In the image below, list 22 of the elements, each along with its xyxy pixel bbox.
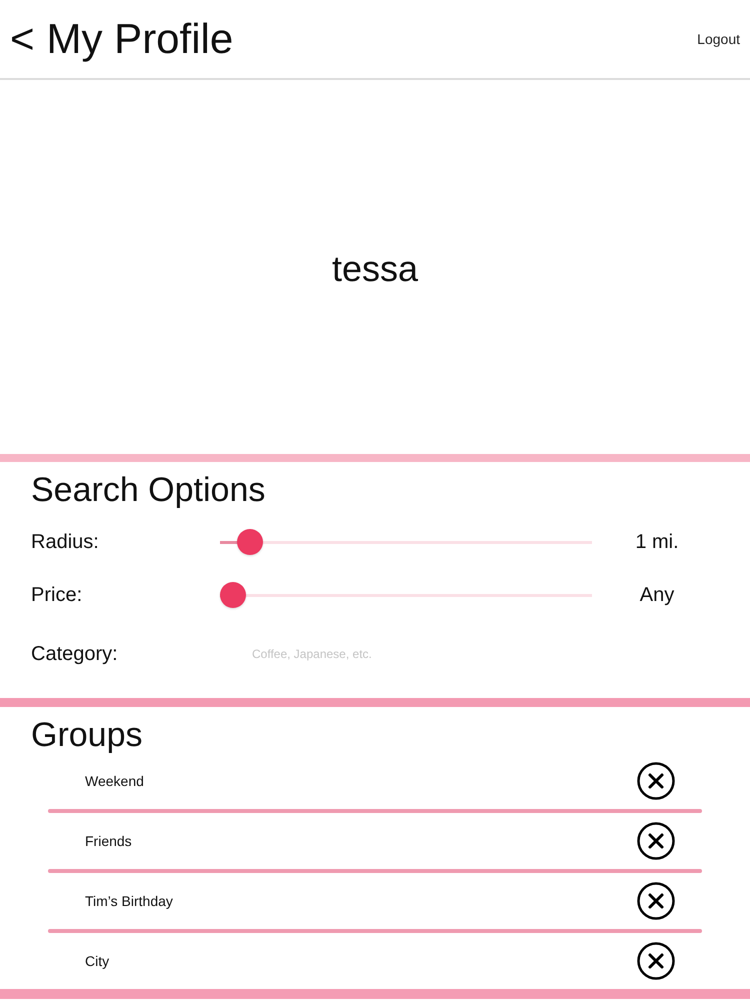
group-name[interactable]: Friends	[85, 833, 132, 849]
slider-thumb[interactable]	[237, 529, 264, 555]
back-button[interactable]: <	[10, 18, 35, 60]
group-name[interactable]: Weekend	[85, 773, 144, 789]
close-icon[interactable]	[637, 882, 675, 920]
slider-value: 1 mi.	[635, 530, 679, 554]
slider-label: Price:	[31, 583, 82, 607]
category-field[interactable]: Coffee, Japanese, etc.	[252, 644, 582, 664]
close-icon[interactable]	[637, 822, 675, 860]
close-icon[interactable]	[637, 762, 675, 800]
group-name[interactable]: City	[85, 953, 110, 969]
logout-button[interactable]: Logout	[697, 31, 740, 47]
group-name[interactable]: Tim’s Birthday	[85, 893, 173, 909]
section-title: Groups	[31, 717, 142, 753]
slider-label: Radius:	[31, 530, 99, 554]
close-icon[interactable]	[637, 942, 675, 980]
section-title: Search Options	[31, 472, 266, 508]
slider-value: Any	[640, 583, 674, 607]
username: tessa	[332, 247, 418, 290]
slider-thumb[interactable]	[220, 582, 246, 608]
category-label: Category:	[31, 642, 118, 666]
page-title: My Profile	[46, 18, 234, 60]
